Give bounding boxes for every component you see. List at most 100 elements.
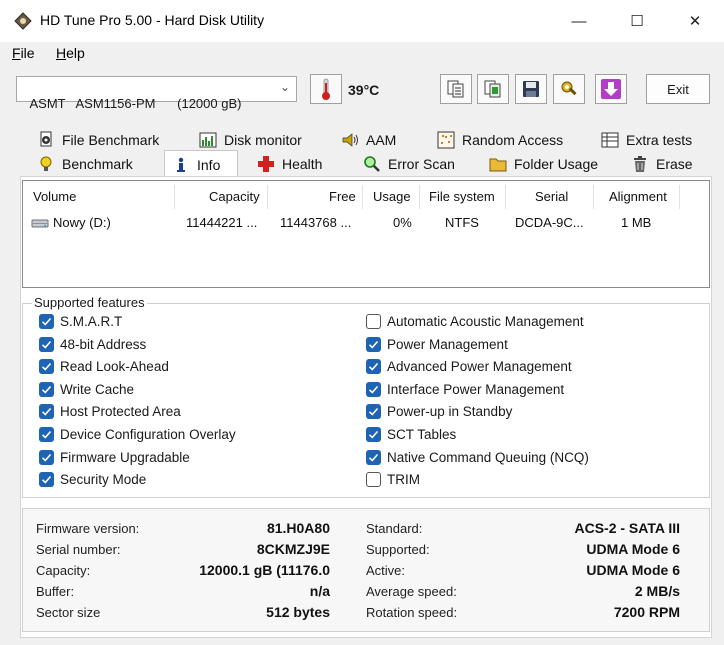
copy-screenshot-button[interactable] xyxy=(477,74,509,104)
options-button[interactable] xyxy=(553,74,585,104)
tab-info[interactable]: Info xyxy=(164,150,238,178)
menu-help[interactable]: Help xyxy=(56,45,85,61)
tab-aam[interactable]: AAM xyxy=(334,128,414,152)
info-label: Active: xyxy=(366,563,406,578)
tab-disk-monitor[interactable]: Disk monitor xyxy=(192,128,332,152)
tab-label: Info xyxy=(197,156,221,173)
floppy-disk-icon xyxy=(523,81,539,97)
tab-benchmark[interactable]: Benchmark xyxy=(30,152,164,176)
checkbox[interactable] xyxy=(366,314,381,329)
feature-label: Device Configuration Overlay xyxy=(60,427,236,442)
column-header-free[interactable]: Free xyxy=(329,189,356,204)
drive-select[interactable]: ASMT ASM1156-PM (12000 gB) ⌄ xyxy=(16,76,297,111)
info-value: 8CKMZJ9E xyxy=(256,541,330,557)
feature-left-0[interactable]: S.M.A.R.T xyxy=(39,314,122,329)
maximize-button[interactable]: ☐ xyxy=(614,6,660,36)
close-button[interactable]: ✕ xyxy=(672,6,718,36)
tab-label: Extra tests xyxy=(626,132,693,148)
volume-list-header: Volume Capacity Free Usage File system S… xyxy=(23,181,709,211)
copy-text-button[interactable] xyxy=(440,74,472,104)
checkbox[interactable] xyxy=(366,359,381,375)
volume-list[interactable]: Volume Capacity Free Usage File system S… xyxy=(22,180,710,288)
info-label: Rotation speed: xyxy=(366,605,458,620)
tab-label: File Benchmark xyxy=(62,132,160,148)
column-header-capacity[interactable]: Capacity xyxy=(209,189,260,204)
checkbox[interactable] xyxy=(39,359,54,375)
column-header-file-system[interactable]: File system xyxy=(429,189,495,204)
alignment-cell: 1 MB xyxy=(621,215,652,230)
info-label: Sector size xyxy=(36,605,101,620)
tab-random-access[interactable]: Random Access xyxy=(430,128,580,152)
feature-right-3[interactable]: Interface Power Management xyxy=(366,381,564,397)
title-bar: HD Tune Pro 5.00 - Hard Disk Utility — ☐… xyxy=(0,0,724,42)
checkbox[interactable] xyxy=(39,404,54,420)
feature-left-1[interactable]: 48-bit Address xyxy=(39,336,146,352)
supported-features-group xyxy=(22,303,710,498)
save-button[interactable] xyxy=(515,74,547,104)
column-header-alignment[interactable]: Alignment xyxy=(609,189,667,204)
info-value: 2 MB/s xyxy=(634,583,680,599)
tab-health[interactable]: Health xyxy=(250,152,350,176)
tab-file-benchmark[interactable]: File Benchmark xyxy=(30,128,180,152)
checkbox[interactable] xyxy=(366,449,381,465)
info-value: n/a xyxy=(309,583,330,599)
feature-right-7[interactable]: TRIM xyxy=(366,472,420,488)
checkbox[interactable] xyxy=(39,381,54,397)
checkbox[interactable] xyxy=(366,381,381,397)
checkbox[interactable] xyxy=(39,449,54,465)
feature-label: Power-up in Standby xyxy=(387,404,513,420)
minimize-button[interactable]: — xyxy=(556,6,602,36)
feature-label: Read Look-Ahead xyxy=(60,359,169,375)
usage-cell: 0% xyxy=(393,215,412,230)
tab-label: Benchmark xyxy=(62,156,133,172)
feature-right-6[interactable]: Native Command Queuing (NCQ) xyxy=(366,449,589,465)
column-header-usage[interactable]: Usage xyxy=(373,189,411,204)
feature-left-4[interactable]: Host Protected Area xyxy=(39,404,181,420)
feature-left-6[interactable]: Firmware Upgradable xyxy=(39,449,190,465)
checkmark-icon xyxy=(368,408,379,417)
temperature-value: 39°C xyxy=(348,82,380,98)
column-header-serial[interactable]: Serial xyxy=(535,189,568,204)
download-button[interactable] xyxy=(595,74,627,104)
info-label: Average speed: xyxy=(366,584,457,599)
checkbox[interactable] xyxy=(39,314,54,329)
checkmark-icon xyxy=(41,408,52,417)
feature-left-3[interactable]: Write Cache xyxy=(39,381,134,397)
tab-error-scan[interactable]: Error Scan xyxy=(356,152,474,176)
drive-icon xyxy=(31,219,49,227)
feature-label: Host Protected Area xyxy=(60,404,181,420)
folder-icon xyxy=(488,154,508,174)
temperature-button[interactable] xyxy=(310,74,342,104)
tab-erase[interactable]: Erase xyxy=(624,152,704,176)
checkbox[interactable] xyxy=(366,427,381,442)
feature-right-5[interactable]: SCT Tables xyxy=(366,427,456,442)
settings-tools-icon xyxy=(561,81,577,96)
feature-right-4[interactable]: Power-up in Standby xyxy=(366,404,513,420)
feature-left-5[interactable]: Device Configuration Overlay xyxy=(39,427,236,442)
tab-label: Random Access xyxy=(462,132,564,148)
checkbox[interactable] xyxy=(39,427,54,442)
exit-button[interactable]: Exit xyxy=(646,74,710,104)
tab-extra-tests[interactable]: Extra tests xyxy=(594,128,704,152)
tab-folder-usage[interactable]: Folder Usage xyxy=(482,152,612,176)
feature-right-0[interactable]: Automatic Acoustic Management xyxy=(366,314,584,329)
column-divider xyxy=(174,185,175,209)
info-value: 512 bytes xyxy=(266,604,330,620)
checkbox[interactable] xyxy=(366,472,381,488)
checkbox[interactable] xyxy=(366,404,381,420)
feature-left-7[interactable]: Security Mode xyxy=(39,472,146,488)
feature-left-2[interactable]: Read Look-Ahead xyxy=(39,359,169,375)
checkbox[interactable] xyxy=(366,336,381,352)
feature-right-1[interactable]: Power Management xyxy=(366,336,508,352)
checkbox[interactable] xyxy=(39,336,54,352)
trash-icon xyxy=(630,154,650,174)
feature-right-2[interactable]: Advanced Power Management xyxy=(366,359,572,375)
column-header-volume[interactable]: Volume xyxy=(33,189,76,204)
checkbox[interactable] xyxy=(39,472,54,488)
feature-label: SCT Tables xyxy=(387,427,457,442)
capacity-cell: 11444221 ... xyxy=(186,215,258,230)
menu-file[interactable]: File xyxy=(12,45,35,61)
menu-bar: File Help xyxy=(0,42,724,64)
info-value: 12000.1 gB (11176.0 xyxy=(199,562,330,578)
checkmark-icon xyxy=(41,385,52,394)
